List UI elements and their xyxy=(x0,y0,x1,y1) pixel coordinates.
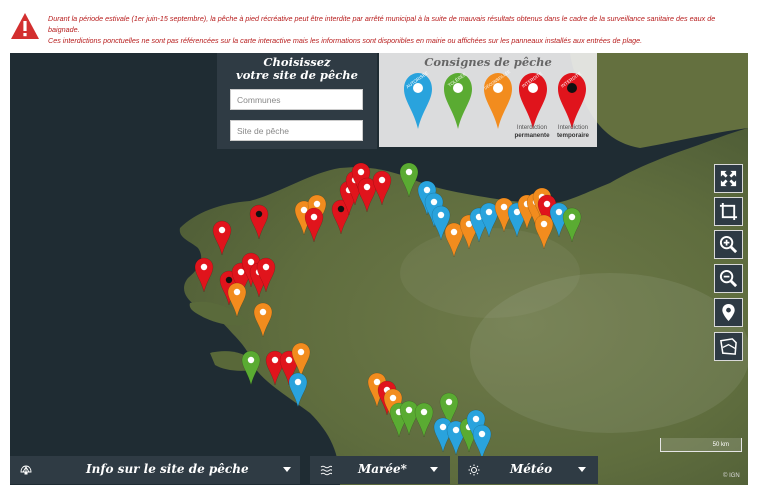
info-dropdown-label: Info sur le site de pêche xyxy=(86,462,249,476)
warning-line-2: Ces interdictions ponctuelles ne sont pa… xyxy=(48,36,643,45)
map-layer-icon xyxy=(720,338,737,355)
legend-title: Consignes de pêche xyxy=(424,55,552,69)
site-input[interactable] xyxy=(230,120,363,141)
zoom-out-icon xyxy=(719,269,738,288)
legend-marker-interdite-temporaire: INTERDITE xyxy=(558,71,586,129)
zoom-in-icon xyxy=(719,235,738,254)
zoom-in-button[interactable] xyxy=(714,230,743,259)
fullscreen-icon xyxy=(720,170,737,187)
maree-dropdown-label: Marée* xyxy=(358,462,407,476)
warning-triangle-icon xyxy=(11,13,39,39)
meteo-dropdown[interactable]: Météo xyxy=(458,456,598,484)
legend-marker-toleree: TOLÉRÉE xyxy=(444,71,472,129)
search-title-line-2: votre site de pêche xyxy=(236,68,358,82)
chevron-down-icon xyxy=(578,467,586,472)
legend-caption-temporaire-2: temporaire xyxy=(557,131,589,139)
legend-caption-temporaire: Interdiction temporaire xyxy=(551,124,595,139)
warning-banner: Durant la période estivale (1er juin-15 … xyxy=(0,0,758,50)
app-root: Durant la période estivale (1er juin-15 … xyxy=(0,0,758,493)
info-dropdown[interactable]: Info sur le site de pêche xyxy=(10,456,300,484)
search-title: Choisissez votre site de pêche xyxy=(217,56,377,82)
fullscreen-button[interactable] xyxy=(714,164,743,193)
maree-dropdown[interactable]: Marée* xyxy=(310,456,450,484)
waves-icon xyxy=(320,465,332,476)
crop-extent-icon xyxy=(719,202,738,221)
map-scale: 50 km xyxy=(660,438,742,452)
map-credit: © IGN xyxy=(723,473,740,479)
chevron-down-icon xyxy=(430,467,438,472)
legend-panel: Consignes de pêche AUTORISÉE TOLÉRÉE DÉC… xyxy=(379,53,597,147)
location-pin-icon xyxy=(722,303,735,322)
chevron-down-icon xyxy=(283,467,291,472)
warning-line-1: Durant la période estivale (1er juin-15 … xyxy=(48,14,716,34)
map-layer-button[interactable] xyxy=(714,332,743,361)
communes-input[interactable] xyxy=(230,89,363,110)
zoom-out-button[interactable] xyxy=(714,264,743,293)
legend-marker-interdite-permanente: INTERDITE xyxy=(519,71,547,129)
locate-button[interactable] xyxy=(714,298,743,327)
shell-icon xyxy=(20,465,32,475)
legend-caption-temporaire-1: Interdiction xyxy=(557,124,589,131)
legend-caption-permanente-1: Interdiction xyxy=(516,124,548,131)
cloud-haze-2 xyxy=(400,228,580,318)
legend-marker-deconseillee: DÉCONSEILLÉE xyxy=(483,69,512,129)
search-panel: Choisissez votre site de pêche xyxy=(217,53,377,149)
meteo-dropdown-label: Météo xyxy=(510,462,553,476)
extent-button[interactable] xyxy=(714,197,743,226)
warning-text: Durant la période estivale (1er juin-15 … xyxy=(48,13,748,46)
weather-sun-icon xyxy=(468,464,480,476)
legend-marker-autorisee: AUTORISÉE xyxy=(404,69,432,129)
legend-caption-permanente: Interdiction permanente xyxy=(510,124,554,139)
legend-caption-permanente-2: permanente xyxy=(514,131,550,139)
